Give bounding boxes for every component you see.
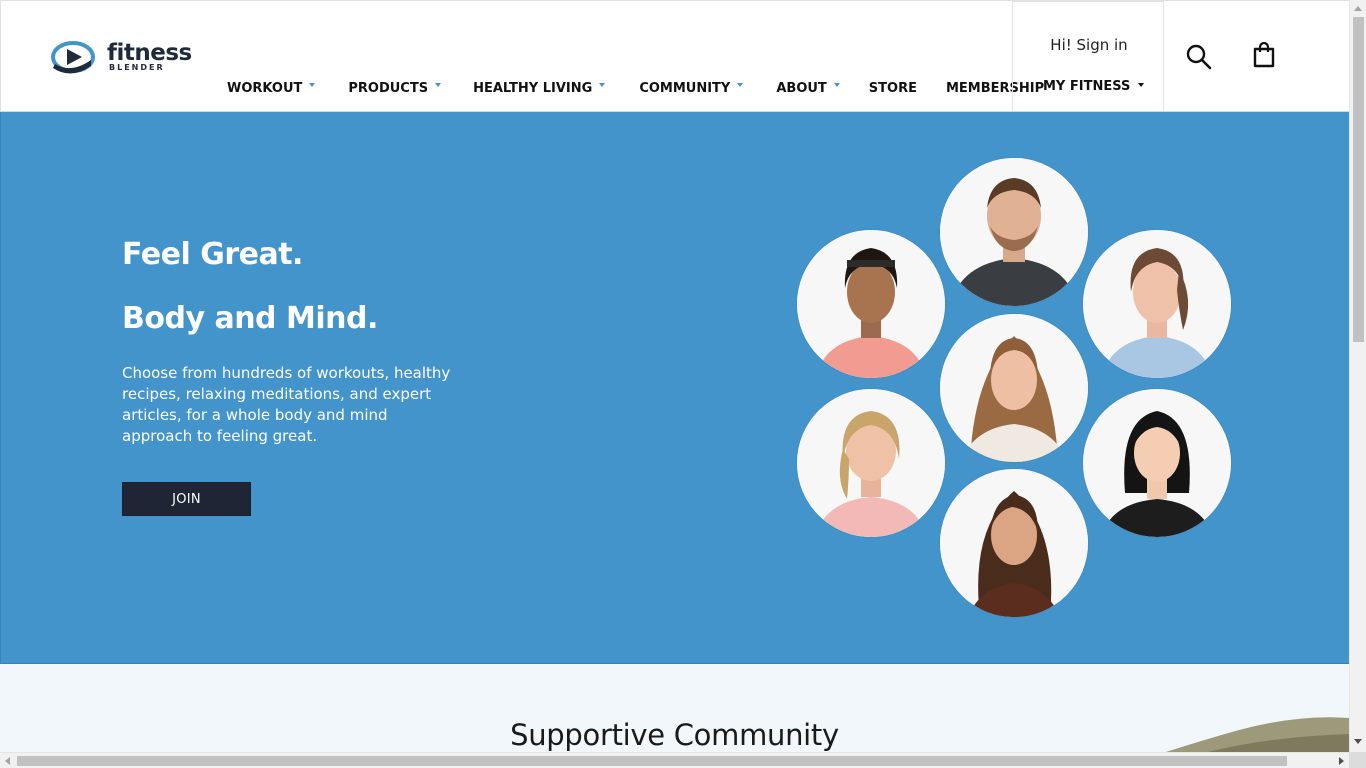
caret-down-icon <box>309 83 316 87</box>
caret-down-icon <box>833 83 840 87</box>
account-panel: Hi! Sign in MY FITNESS <box>1012 1 1164 112</box>
logo-wordmark: fitness <box>107 40 192 66</box>
vertical-scrollbar[interactable] <box>1349 0 1366 752</box>
nav-label: WORKOUT <box>227 80 303 96</box>
nav-store[interactable]: STORE <box>869 81 917 96</box>
search-icon[interactable] <box>1185 43 1213 76</box>
trainer-photo-avatar <box>940 158 1088 306</box>
community-section: Supportive Community <box>0 664 1349 752</box>
trainer-photo-avatar <box>940 314 1088 462</box>
join-button[interactable]: JOIN <box>122 482 251 516</box>
caret-down-icon <box>1138 82 1145 87</box>
nav-label: COMMUNITY <box>639 80 731 96</box>
caret-down-icon <box>737 83 744 87</box>
horizontal-scrollbar[interactable] <box>0 752 1349 768</box>
hero-section: Feel Great. Body and Mind. Choose from h… <box>0 112 1349 664</box>
scroll-right-arrow-icon[interactable] <box>1339 757 1344 765</box>
scroll-up-arrow-icon[interactable] <box>1354 6 1362 11</box>
trainer-photo-avatar <box>797 230 945 378</box>
sign-in-link[interactable]: Hi! Sign in <box>1013 36 1165 54</box>
nav-about[interactable]: ABOUT <box>776 80 840 96</box>
site-header: fitness BLENDER WORKOUT PRODUCTS HEALTHY… <box>0 0 1349 112</box>
scroll-left-arrow-icon[interactable] <box>5 757 10 765</box>
scrollbar-thumb[interactable] <box>1353 17 1364 342</box>
nav-workout[interactable]: WORKOUT <box>227 80 316 96</box>
caret-down-icon <box>599 83 606 87</box>
my-fitness-label: MY FITNESS <box>1043 79 1131 94</box>
scroll-down-arrow-icon[interactable] <box>1354 739 1362 744</box>
trainer-photo-avatar <box>1083 389 1231 537</box>
nav-healthy-living[interactable]: HEALTHY LIVING <box>473 80 606 96</box>
scrollbar-thumb[interactable] <box>17 756 1287 766</box>
brand-logo[interactable]: fitness BLENDER <box>51 39 192 75</box>
my-fitness-menu[interactable]: MY FITNESS <box>1043 79 1145 94</box>
nav-label: HEALTHY LIVING <box>473 80 593 96</box>
main-nav: WORKOUT PRODUCTS HEALTHY LIVING COMMUNIT… <box>227 79 1044 97</box>
page-viewport: fitness BLENDER WORKOUT PRODUCTS HEALTHY… <box>0 0 1349 752</box>
hero-description: Choose from hundreds of workouts, health… <box>122 364 451 445</box>
trainer-photo-avatar <box>797 389 945 537</box>
hero-title-line2: Body and Mind. <box>122 301 378 336</box>
nav-label: STORE <box>868 80 917 96</box>
nav-products[interactable]: PRODUCTS <box>348 80 442 96</box>
play-swoosh-icon <box>51 40 95 74</box>
trainer-photo-avatar <box>1083 230 1231 378</box>
shopping-bag-icon[interactable] <box>1252 41 1276 74</box>
hero-title-line1: Feel Great. <box>122 237 303 272</box>
nav-community[interactable]: COMMUNITY <box>639 80 744 96</box>
trainer-photo-avatar <box>940 469 1088 617</box>
caret-down-icon <box>435 83 442 87</box>
scrollbar-corner <box>1349 752 1366 768</box>
nav-label: ABOUT <box>776 80 827 96</box>
community-title: Supportive Community <box>510 718 839 752</box>
nav-label: PRODUCTS <box>348 80 429 96</box>
